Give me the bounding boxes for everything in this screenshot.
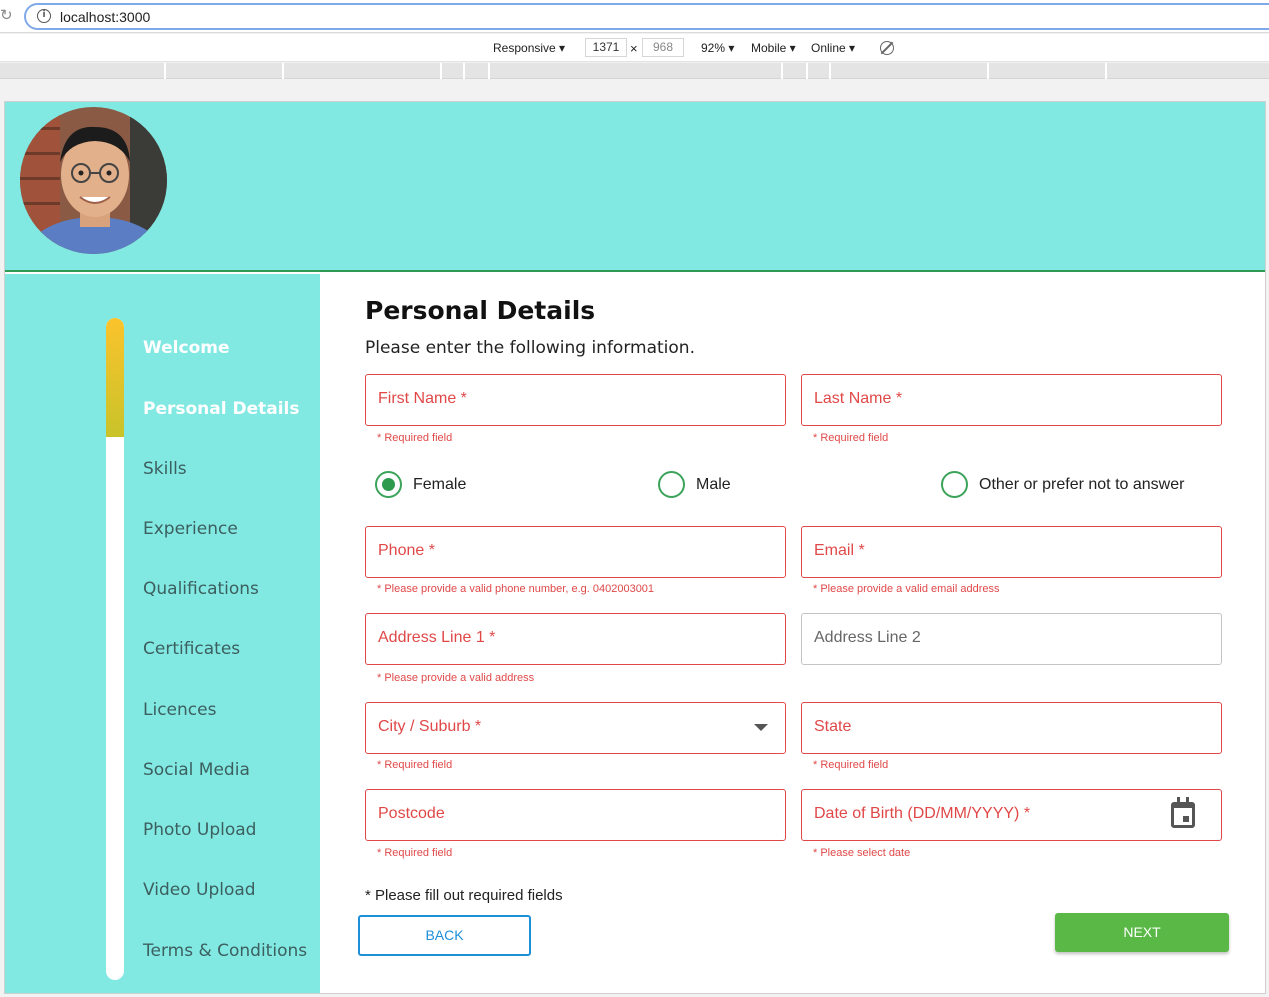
state-label: State [814,718,852,735]
phone-error: * Please provide a valid phone number, e… [377,583,655,595]
personal-details-form: Personal Details Please enter the follow… [320,274,1265,993]
sidebar-item-experience[interactable]: Experience [143,519,238,539]
phone-field[interactable]: Phone * [365,526,786,578]
ruler-tick [488,63,490,79]
gender-option-male[interactable]: Male [658,471,731,498]
sidebar-item-video-upload[interactable]: Video Upload [143,880,256,900]
required-fields-note: * Please fill out required fields [365,887,563,904]
radio-checked-icon[interactable] [375,471,402,498]
gender-label-other: Other or prefer not to answer [979,475,1185,493]
date-of-birth-field[interactable]: Date of Birth (DD/MM/YYYY) * [801,789,1222,841]
sidebar-item-social-media[interactable]: Social Media [143,760,250,780]
postcode-label: Postcode [378,805,445,822]
sidebar-item-qualifications[interactable]: Qualifications [143,579,259,599]
app-viewport: Welcome Personal Details Skills Experien… [4,101,1266,994]
email-label: Email * [814,542,865,559]
calendar-icon[interactable] [1171,797,1195,828]
sidebar-item-photo-upload[interactable]: Photo Upload [143,820,256,840]
browser-address-bar: ↻ i localhost:3000 [0,0,1269,33]
viewport-width-input[interactable]: 1371 [585,38,627,57]
steps-sidebar: Welcome Personal Details Skills Experien… [5,274,320,993]
throttling-select[interactable]: Online ▾ [811,41,855,55]
phone-label: Phone * [378,542,435,559]
ruler-tick [463,63,465,79]
gender-label-female: Female [413,475,467,493]
avatar [20,107,167,254]
ruler-tick [829,63,831,79]
viewport-height-input[interactable]: 968 [642,38,684,57]
profile-photo [20,107,167,254]
form-intro: Please enter the following information. [365,338,695,358]
address-line-2-field[interactable]: Address Line 2 [801,613,1222,665]
postcode-error: * Required field [377,847,453,859]
device-mode-select[interactable]: Responsive ▾ [493,41,565,55]
gender-option-other[interactable]: Other or prefer not to answer [941,471,1184,498]
first-name-label: First Name * [378,390,467,407]
zoom-select[interactable]: 92% ▾ [701,41,734,55]
state-field[interactable]: State [801,702,1222,754]
postcode-field[interactable]: Postcode [365,789,786,841]
sidebar-item-terms-conditions[interactable]: Terms & Conditions [143,941,307,961]
profile-header [5,102,1265,272]
url-text: localhost:3000 [60,9,151,25]
ruler-tick [1105,63,1107,79]
date-of-birth-error: * Please select date [813,847,911,859]
device-toolbar: Responsive ▾ 1371 × 968 92% ▾ Mobile ▾ O… [0,34,1269,62]
first-name-field[interactable]: First Name * [365,374,786,426]
email-error: * Please provide a valid email address [813,583,1000,595]
device-type-select[interactable]: Mobile ▾ [751,41,796,55]
progress-fill [106,318,124,438]
last-name-field[interactable]: Last Name * [801,374,1222,426]
ruler-tick [987,63,989,79]
sidebar-item-licences[interactable]: Licences [143,700,216,720]
address-line-1-label: Address Line 1 * [378,629,496,646]
radio-unchecked-icon[interactable] [941,471,968,498]
gender-label-male: Male [696,475,731,493]
ruler-tick [282,63,284,79]
address-line-1-error: * Please provide a valid address [377,672,535,684]
ruler-tick [440,63,442,79]
sidebar-item-personal-details[interactable]: Personal Details [143,399,300,419]
ruler-tick [806,63,808,79]
next-button[interactable]: NEXT [1055,913,1229,952]
info-icon[interactable]: i [37,9,51,23]
back-button[interactable]: BACK [358,915,531,956]
address-line-2-label: Address Line 2 [814,629,921,646]
reload-icon[interactable]: ↻ [0,6,13,24]
email-field[interactable]: Email * [801,526,1222,578]
ruler-tick [164,63,166,79]
city-suburb-select[interactable]: City / Suburb * [365,702,786,754]
media-query-ruler [0,63,1269,79]
url-input[interactable]: i localhost:3000 [24,3,1269,30]
dimension-separator: × [630,41,638,56]
radio-unchecked-icon[interactable] [658,471,685,498]
city-suburb-error: * Required field [377,759,453,771]
sidebar-item-skills[interactable]: Skills [143,459,187,479]
sidebar-item-welcome[interactable]: Welcome [143,338,230,358]
last-name-error: * Required field [813,432,889,444]
state-error: * Required field [813,759,889,771]
last-name-label: Last Name * [814,390,903,407]
ruler-tick [781,63,783,79]
gender-option-female[interactable]: Female [375,471,466,498]
page-title: Personal Details [365,296,596,325]
rotate-icon[interactable] [880,41,894,55]
chevron-down-icon[interactable] [754,724,768,731]
first-name-error: * Required field [377,432,453,444]
address-line-1-field[interactable]: Address Line 1 * [365,613,786,665]
city-suburb-label: City / Suburb * [378,718,482,735]
date-of-birth-label: Date of Birth (DD/MM/YYYY) * [814,805,1031,822]
sidebar-item-certificates[interactable]: Certificates [143,639,240,659]
progress-track [106,318,124,980]
